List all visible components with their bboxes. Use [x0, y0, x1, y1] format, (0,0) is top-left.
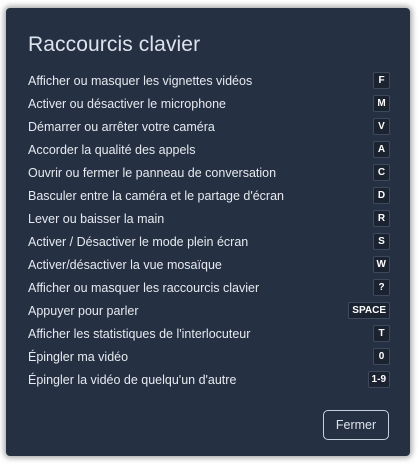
shortcut-key: SPACE — [348, 302, 390, 319]
shortcut-key: W — [372, 256, 390, 273]
shortcut-row: Afficher ou masquer les vignettes vidéos… — [28, 69, 390, 92]
shortcut-row: Appuyer pour parler SPACE — [28, 299, 390, 322]
shortcut-row: Activer/désactiver la vue mosaïque W — [28, 253, 390, 276]
shortcut-row: Accorder la qualité des appels A — [28, 138, 390, 161]
dialog-title: Raccourcis clavier — [28, 33, 201, 56]
shortcut-key: F — [373, 72, 390, 89]
shortcut-key: ? — [373, 279, 390, 296]
shortcut-label: Afficher ou masquer les raccourcis clavi… — [28, 280, 260, 295]
shortcut-label: Activer / Désactiver le mode plein écran — [28, 234, 249, 249]
shortcut-list: Afficher ou masquer les vignettes vidéos… — [28, 69, 390, 391]
shortcut-key: C — [373, 164, 390, 181]
keyboard-shortcuts-dialog: Raccourcis clavier Afficher ou masquer l… — [6, 8, 410, 456]
shortcut-row: Lever ou baisser la main R — [28, 207, 390, 230]
shortcut-key: A — [373, 141, 390, 158]
shortcut-key: D — [373, 187, 390, 204]
shortcut-label: Basculer entre la caméra et le partage d… — [28, 188, 284, 203]
shortcut-row: Démarrer ou arrêter votre caméra V — [28, 115, 390, 138]
shortcut-row: Épingler la vidéo de quelqu'un d'autre 1… — [28, 368, 390, 391]
shortcut-row: Basculer entre la caméra et le partage d… — [28, 184, 390, 207]
shortcut-row: Épingler ma vidéo 0 — [28, 345, 390, 368]
shortcut-label: Appuyer pour parler — [28, 303, 139, 318]
shortcut-row: Activer / Désactiver le mode plein écran… — [28, 230, 390, 253]
shortcut-row: Ouvrir ou fermer le panneau de conversat… — [28, 161, 390, 184]
shortcut-label: Accorder la qualité des appels — [28, 142, 196, 157]
shortcut-key: S — [373, 233, 390, 250]
shortcut-row: Activer ou désactiver le microphone M — [28, 92, 390, 115]
shortcut-row: Afficher les statistiques de l'interlocu… — [28, 322, 390, 345]
shortcut-label: Ouvrir ou fermer le panneau de conversat… — [28, 165, 277, 180]
shortcut-key: 1-9 — [367, 371, 390, 388]
shortcut-label: Épingler la vidéo de quelqu'un d'autre — [28, 372, 237, 387]
shortcut-key: V — [373, 118, 390, 135]
shortcut-row: Afficher ou masquer les raccourcis clavi… — [28, 276, 390, 299]
shortcut-label: Activer ou désactiver le microphone — [28, 96, 227, 111]
shortcut-label: Lever ou baisser la main — [28, 211, 165, 226]
shortcut-label: Afficher ou masquer les vignettes vidéos — [28, 73, 253, 88]
shortcut-label: Démarrer ou arrêter votre caméra — [28, 119, 215, 134]
shortcut-label: Épingler ma vidéo — [28, 349, 129, 364]
close-button[interactable]: Fermer — [323, 410, 389, 440]
shortcut-key: M — [373, 95, 390, 112]
shortcut-key: 0 — [373, 348, 390, 365]
shortcut-label: Afficher les statistiques de l'interlocu… — [28, 326, 251, 341]
shortcut-label: Activer/désactiver la vue mosaïque — [28, 257, 222, 272]
shortcut-key: T — [373, 325, 390, 342]
shortcut-key: R — [373, 210, 390, 227]
